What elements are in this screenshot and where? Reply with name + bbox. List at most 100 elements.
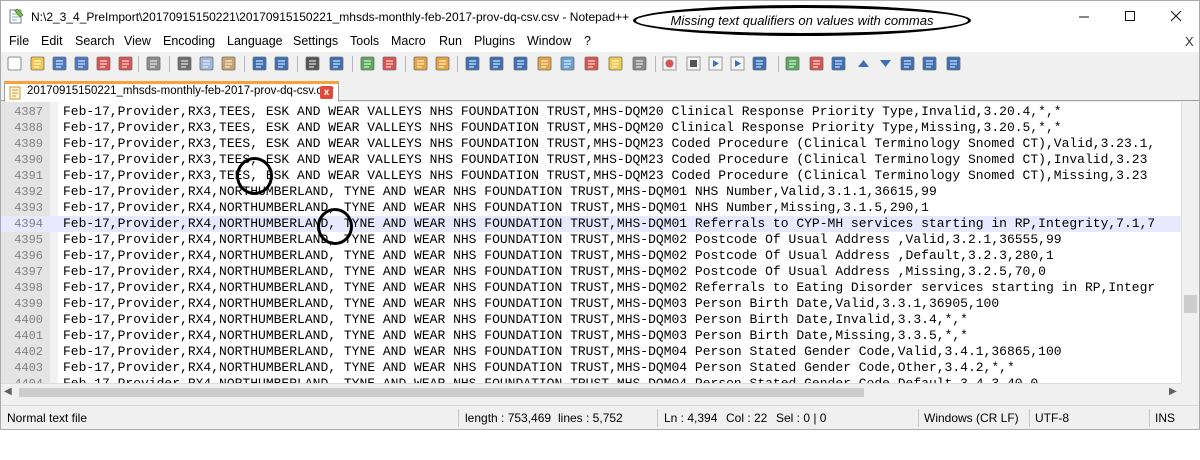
status-eol[interactable]: Windows (CR LF): [924, 411, 1019, 425]
title-bar[interactable]: N:\2_3_4_PreImport\20170915150221\201709…: [1, 1, 1199, 32]
close-document-button[interactable]: X: [1185, 34, 1194, 49]
editor-line[interactable]: 4392 Feb-17,Provider,RX4,NORTHUMBERLAND, …: [1, 184, 1181, 200]
line-text[interactable]: Feb-17,Provider,RX4,NORTHUMBERLAND, TYNE…: [63, 200, 929, 216]
editor-line[interactable]: 4396 Feb-17,Provider,RX4,NORTHUMBERLAND, …: [1, 248, 1181, 264]
scroll-right-icon[interactable]: ▶: [1169, 386, 1177, 397]
line-text[interactable]: Feb-17,Provider,RX3,TEES, ESK AND WEAR V…: [63, 104, 1062, 120]
editor-line[interactable]: 4387 Feb-17,Provider,RX3,TEES, ESK AND WE…: [1, 104, 1181, 120]
compare-nav-icon[interactable]: [945, 55, 962, 72]
line-text[interactable]: Feb-17,Provider,RX4,NORTHUMBERLAND, TYNE…: [63, 216, 1155, 232]
line-text[interactable]: Feb-17,Provider,RX4,NORTHUMBERLAND, TYNE…: [63, 264, 1046, 280]
menu-help[interactable]: ?: [584, 34, 591, 48]
vertical-scrollbar[interactable]: [1181, 102, 1199, 383]
horizontal-scroll-thumb[interactable]: [19, 388, 864, 397]
compare-options-icon[interactable]: [830, 55, 847, 72]
minimize-button[interactable]: [1061, 1, 1107, 32]
line-text[interactable]: Feb-17,Provider,RX4,NORTHUMBERLAND, TYNE…: [63, 328, 968, 344]
indent-guide-icon[interactable]: [512, 55, 529, 72]
editor-line[interactable]: 4402 Feb-17,Provider,RX4,NORTHUMBERLAND, …: [1, 344, 1181, 360]
tab-close-button[interactable]: x: [320, 86, 333, 99]
menu-plugins[interactable]: Plugins: [474, 34, 515, 48]
line-text[interactable]: Feb-17,Provider,RX4,NORTHUMBERLAND, TYNE…: [63, 280, 1155, 296]
stop-record-icon[interactable]: [685, 55, 702, 72]
line-text[interactable]: Feb-17,Provider,RX3,TEES, ESK AND WEAR V…: [63, 168, 1147, 184]
editor-line[interactable]: 4397 Feb-17,Provider,RX4,NORTHUMBERLAND, …: [1, 264, 1181, 280]
doc-map-icon[interactable]: [559, 55, 576, 72]
function-list-icon[interactable]: [583, 55, 600, 72]
compare-icon[interactable]: [808, 55, 825, 72]
compare-next-icon[interactable]: [877, 55, 894, 72]
editor-line[interactable]: 4398 Feb-17,Provider,RX4,NORTHUMBERLAND, …: [1, 280, 1181, 296]
line-text[interactable]: Feb-17,Provider,RX3,TEES, ESK AND WEAR V…: [63, 120, 1062, 136]
save-icon[interactable]: [51, 55, 68, 72]
zoom-in-icon[interactable]: [359, 55, 376, 72]
find-icon[interactable]: [304, 55, 321, 72]
show-all-chars-icon[interactable]: [488, 55, 505, 72]
line-text[interactable]: Feb-17,Provider,RX4,NORTHUMBERLAND, TYNE…: [63, 376, 1038, 383]
word-wrap-icon[interactable]: [464, 55, 481, 72]
editor-line[interactable]: 4400 Feb-17,Provider,RX4,NORTHUMBERLAND, …: [1, 312, 1181, 328]
compare-last-icon[interactable]: [921, 55, 938, 72]
line-text[interactable]: Feb-17,Provider,RX4,NORTHUMBERLAND, TYNE…: [63, 360, 1015, 376]
menu-tools[interactable]: Tools: [350, 34, 379, 48]
record-macro-icon[interactable]: [661, 55, 678, 72]
spellcheck-icon[interactable]: [784, 55, 801, 72]
document-tab[interactable]: 20170915150221_mhsds-monthly-feb-2017-pr…: [4, 81, 339, 102]
menu-macro[interactable]: Macro: [391, 34, 426, 48]
menu-language[interactable]: Language: [227, 34, 283, 48]
paste-icon[interactable]: [220, 55, 237, 72]
editor-line[interactable]: 4389 Feb-17,Provider,RX3,TEES, ESK AND WE…: [1, 136, 1181, 152]
user-lang-icon[interactable]: [536, 55, 553, 72]
editor-line[interactable]: 4394 Feb-17,Provider,RX4,NORTHUMBERLAND, …: [1, 216, 1181, 232]
open-file-icon[interactable]: [29, 55, 46, 72]
undo-icon[interactable]: [251, 55, 268, 72]
close-all-icon[interactable]: [117, 55, 134, 72]
folder-workspace-icon[interactable]: [607, 55, 624, 72]
play-macro-icon[interactable]: [707, 55, 724, 72]
redo-icon[interactable]: [273, 55, 290, 72]
editor-line[interactable]: 4388 Feb-17,Provider,RX3,TEES, ESK AND WE…: [1, 120, 1181, 136]
editor-line[interactable]: 4390 Feb-17,Provider,RX3,TEES, ESK AND WE…: [1, 152, 1181, 168]
line-text[interactable]: Feb-17,Provider,RX3,TEES, ESK AND WEAR V…: [63, 152, 1147, 168]
zoom-out-icon[interactable]: [381, 55, 398, 72]
menu-window[interactable]: Window: [527, 34, 571, 48]
save-macro-icon[interactable]: [751, 55, 768, 72]
save-all-icon[interactable]: [73, 55, 90, 72]
line-text[interactable]: Feb-17,Provider,RX4,NORTHUMBERLAND, TYNE…: [63, 344, 1062, 360]
line-text[interactable]: Feb-17,Provider,RX3,TEES, ESK AND WEAR V…: [63, 136, 1155, 152]
editor-line[interactable]: 4401 Feb-17,Provider,RX4,NORTHUMBERLAND, …: [1, 328, 1181, 344]
menu-file[interactable]: File: [9, 34, 29, 48]
editor-line[interactable]: 4395 Feb-17,Provider,RX4,NORTHUMBERLAND, …: [1, 232, 1181, 248]
scroll-left-icon[interactable]: ◀: [4, 386, 12, 397]
line-text[interactable]: Feb-17,Provider,RX4,NORTHUMBERLAND, TYNE…: [63, 184, 937, 200]
replace-icon[interactable]: [328, 55, 345, 72]
horizontal-scrollbar[interactable]: ◀ ▶: [1, 383, 1181, 400]
line-text[interactable]: Feb-17,Provider,RX4,NORTHUMBERLAND, TYNE…: [63, 232, 1062, 248]
menu-encoding[interactable]: Encoding: [163, 34, 215, 48]
status-insert-mode[interactable]: INS: [1155, 411, 1175, 425]
print-icon[interactable]: [145, 55, 162, 72]
editor-line[interactable]: 4404 Feb-17,Provider,RX4,NORTHUMBERLAND, …: [1, 376, 1181, 383]
compare-prev-icon[interactable]: [855, 55, 872, 72]
menu-settings[interactable]: Settings: [293, 34, 338, 48]
editor-line[interactable]: 4403 Feb-17,Provider,RX4,NORTHUMBERLAND, …: [1, 360, 1181, 376]
sync-horizontal-icon[interactable]: [434, 55, 451, 72]
menu-view[interactable]: View: [124, 34, 151, 48]
editor-line[interactable]: 4391 Feb-17,Provider,RX3,TEES, ESK AND WE…: [1, 168, 1181, 184]
close-icon[interactable]: [95, 55, 112, 72]
close-window-button[interactable]: [1153, 1, 1199, 32]
compare-first-icon[interactable]: [899, 55, 916, 72]
cut-icon[interactable]: [176, 55, 193, 72]
editor-line[interactable]: 4393 Feb-17,Provider,RX4,NORTHUMBERLAND, …: [1, 200, 1181, 216]
line-text[interactable]: Feb-17,Provider,RX4,NORTHUMBERLAND, TYNE…: [63, 312, 968, 328]
line-text[interactable]: Feb-17,Provider,RX4,NORTHUMBERLAND, TYNE…: [63, 248, 1054, 264]
menu-edit[interactable]: Edit: [41, 34, 63, 48]
sync-vertical-icon[interactable]: [412, 55, 429, 72]
status-encoding[interactable]: UTF-8: [1035, 411, 1069, 425]
menu-search[interactable]: Search: [75, 34, 115, 48]
menu-run[interactable]: Run: [439, 34, 462, 48]
copy-icon[interactable]: [198, 55, 215, 72]
new-file-icon[interactable]: [6, 55, 23, 72]
vertical-scroll-thumb[interactable]: [1184, 295, 1197, 313]
text-editor[interactable]: 4387 Feb-17,Provider,RX3,TEES, ESK AND WE…: [1, 102, 1199, 383]
